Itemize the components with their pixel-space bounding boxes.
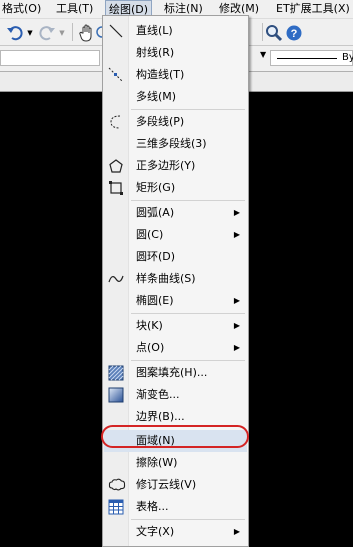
- menu-item-arc[interactable]: 圆弧(A) ▶: [104, 202, 247, 224]
- construction-line-icon: [108, 67, 124, 83]
- menu-item-donut[interactable]: 圆环(D): [104, 246, 247, 268]
- revcloud-icon: [108, 477, 126, 493]
- menu-tools[interactable]: 工具(T): [56, 0, 93, 18]
- menu-item-circle[interactable]: 圆(C) ▶: [104, 224, 247, 246]
- rectangle-icon: [108, 180, 124, 196]
- menu-item-point[interactable]: 点(O) ▶: [104, 337, 247, 359]
- menu-item-hatch[interactable]: 图案填充(H)...: [104, 362, 247, 384]
- polyline-icon: [108, 114, 124, 130]
- submenu-arrow-icon: ▶: [233, 230, 240, 239]
- toolbar-separator: [72, 23, 73, 41]
- undo-icon[interactable]: [4, 23, 26, 43]
- menu-separator: [131, 109, 245, 110]
- undo-dropdown-icon[interactable]: ▼: [26, 23, 34, 43]
- toolbar-separator: [262, 23, 263, 41]
- submenu-arrow-icon: ▶: [233, 527, 240, 536]
- submenu-arrow-icon: ▶: [233, 296, 240, 305]
- draw-menu: 直线(L) 射线(R) 构造线(T) 多线(M) 多段线(P) 三维多段线(3)…: [102, 15, 249, 547]
- hatch-icon: [108, 365, 124, 381]
- menu-item-text[interactable]: 文字(X) ▶: [104, 521, 247, 543]
- submenu-arrow-icon: ▶: [233, 321, 240, 330]
- menu-et-tools[interactable]: ET扩展工具(X): [276, 0, 350, 18]
- menu-item-ray[interactable]: 射线(R): [104, 42, 247, 64]
- menu-separator: [131, 360, 245, 361]
- svg-text:?: ?: [291, 28, 298, 40]
- menu-item-ellipse[interactable]: 椭圆(E) ▶: [104, 290, 247, 312]
- help-icon[interactable]: ?: [285, 23, 303, 43]
- menu-item-multiline[interactable]: 多线(M): [104, 86, 247, 108]
- color-dropdown-icon[interactable]: ▼: [260, 50, 266, 59]
- menu-item-block[interactable]: 块(K) ▶: [104, 315, 247, 337]
- redo-icon[interactable]: [36, 23, 58, 43]
- polygon-icon: [108, 158, 124, 174]
- layer-combo[interactable]: [0, 50, 100, 66]
- pan-hand-icon[interactable]: [77, 23, 97, 43]
- linetype-sample: [277, 58, 337, 59]
- submenu-arrow-icon: ▶: [233, 208, 240, 217]
- gradient-icon: [108, 387, 124, 403]
- menu-format[interactable]: 格式(O): [2, 0, 41, 18]
- redo-dropdown-icon[interactable]: ▼: [58, 23, 66, 43]
- submenu-arrow-icon: ▶: [233, 343, 240, 352]
- menu-item-rectangle[interactable]: 矩形(G): [104, 177, 247, 199]
- menu-item-gradient[interactable]: 渐变色...: [104, 384, 247, 406]
- menu-item-line[interactable]: 直线(L): [104, 20, 247, 42]
- menu-item-wipeout[interactable]: 擦除(W): [104, 452, 247, 474]
- menu-item-revision-cloud[interactable]: 修订云线(V): [104, 474, 247, 496]
- spline-icon: [108, 271, 124, 287]
- menu-separator: [131, 313, 245, 314]
- menu-item-table[interactable]: 表格...: [104, 496, 247, 518]
- zoom-icon[interactable]: [264, 23, 284, 43]
- menu-item-spline[interactable]: 样条曲线(S): [104, 268, 247, 290]
- linetype-label: By: [342, 52, 353, 63]
- menu-item-construction-line[interactable]: 构造线(T): [104, 64, 247, 86]
- table-icon: [108, 499, 124, 515]
- highlight-annotation-oval: [101, 425, 249, 448]
- menu-item-polyline[interactable]: 多段线(P): [104, 111, 247, 133]
- menu-item-3d-polyline[interactable]: 三维多段线(3): [104, 133, 247, 155]
- line-icon: [108, 23, 124, 39]
- linetype-combo[interactable]: By: [270, 50, 353, 66]
- menu-item-polygon[interactable]: 正多边形(Y): [104, 155, 247, 177]
- menu-separator: [131, 200, 245, 201]
- menu-separator: [131, 519, 245, 520]
